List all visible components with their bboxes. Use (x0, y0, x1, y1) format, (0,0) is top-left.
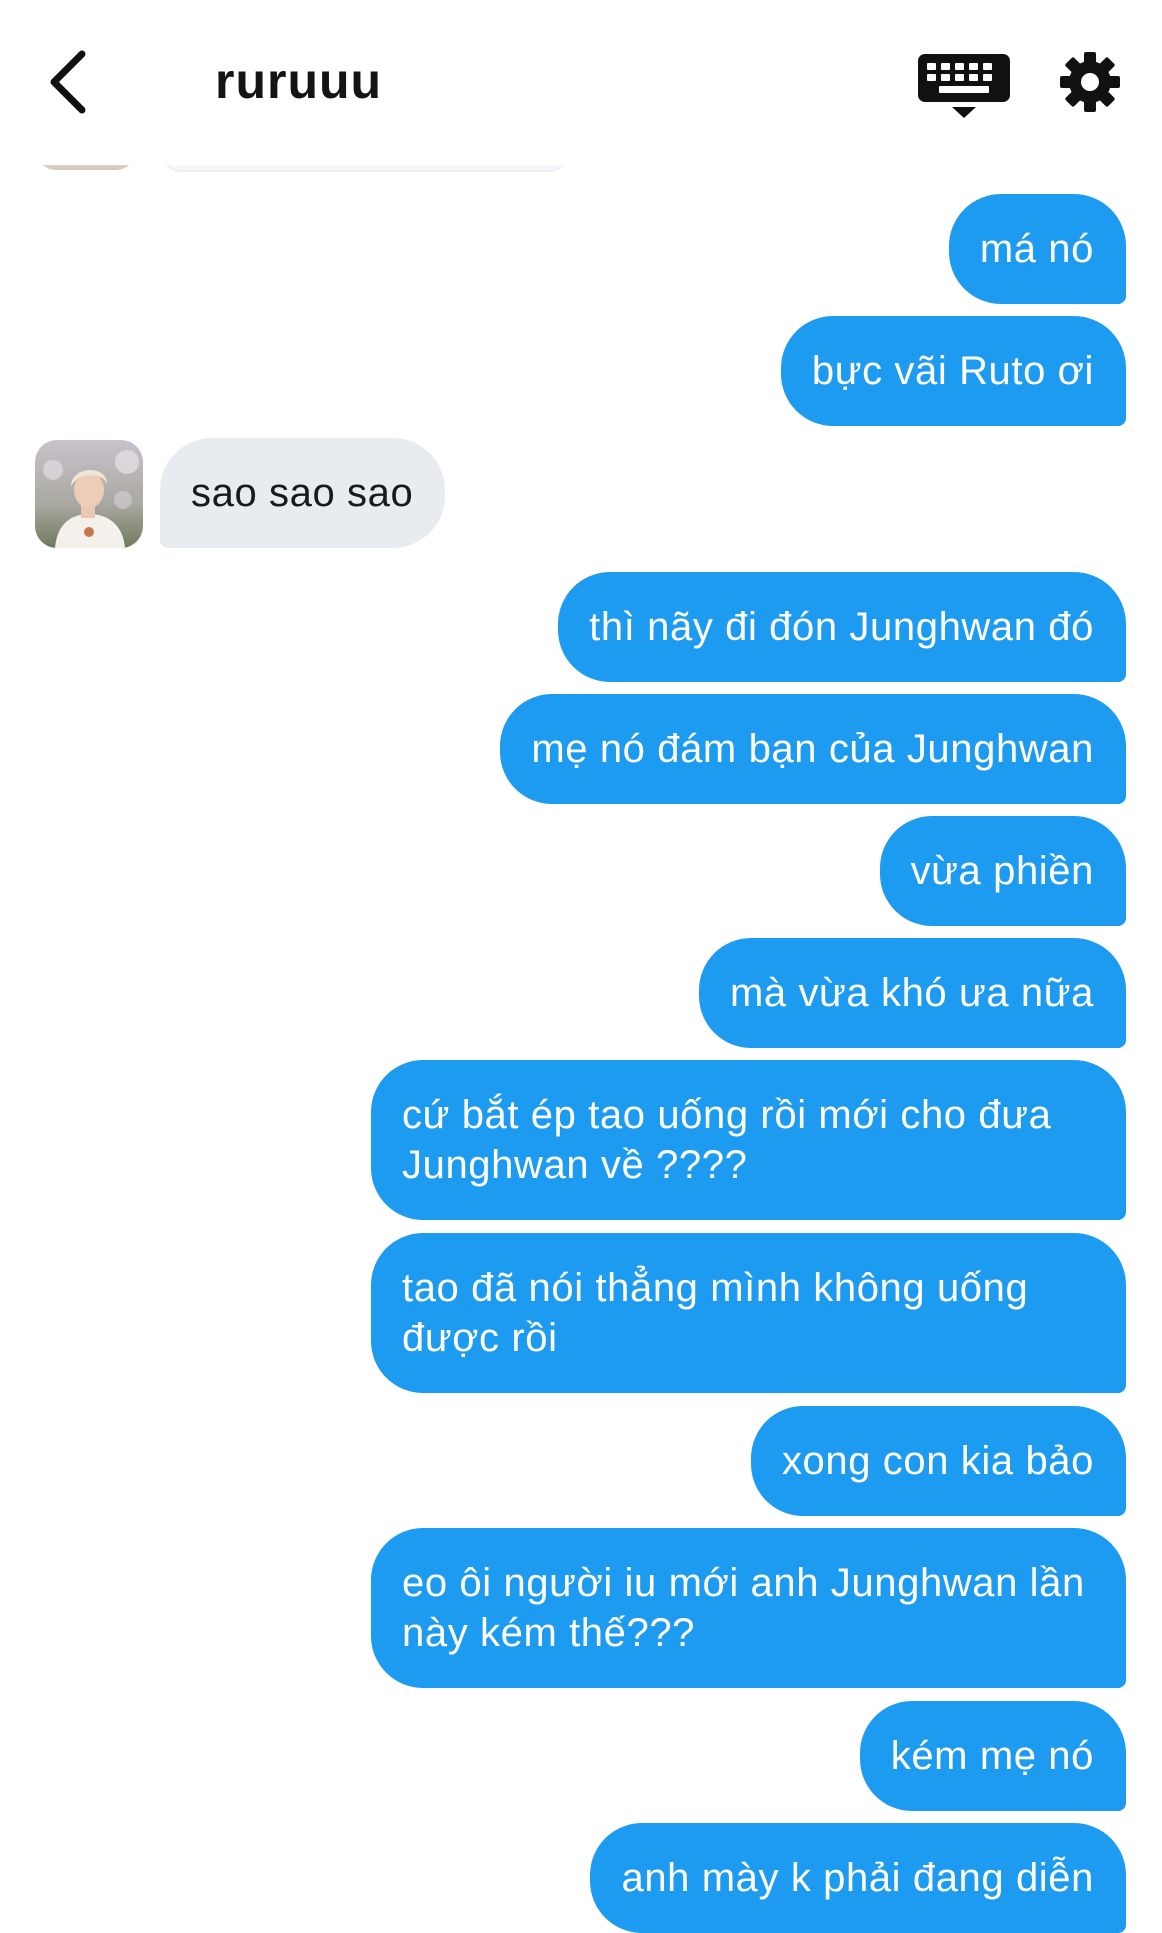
outgoing-message[interactable]: xong con kia bảo (750, 1406, 1126, 1516)
outgoing-message[interactable]: cứ bắt ép tao uống rồi mới cho đưa Jungh… (371, 1060, 1126, 1220)
outgoing-message[interactable]: vừa phiền (879, 816, 1126, 926)
outgoing-message[interactable]: eo ôi người iu mới anh Junghwan lần này … (371, 1528, 1126, 1688)
keyboard-toggle-button[interactable] (915, 52, 1013, 120)
settings-button[interactable] (1058, 50, 1122, 114)
outgoing-message[interactable]: tao đã nói thẳng mình không uống được rồ… (371, 1233, 1126, 1393)
outgoing-message[interactable]: mà vừa khó ưa nữa (698, 938, 1126, 1048)
chevron-left-icon (50, 50, 86, 114)
outgoing-message[interactable]: kém mẹ nó (859, 1701, 1126, 1811)
back-button[interactable] (38, 42, 98, 122)
outgoing-message[interactable]: anh mày k phải đang diễn (590, 1823, 1126, 1933)
conversation-title: ruruuu (215, 53, 383, 109)
outgoing-message[interactable]: thì nãy đi đón Junghwan đó (558, 572, 1126, 682)
contact-avatar[interactable] (35, 440, 143, 548)
keyboard-icon (918, 54, 1010, 118)
outgoing-message[interactable]: mẹ nó đám bạn của Junghwan (500, 694, 1126, 804)
contact-avatar-image (35, 440, 143, 548)
gear-icon (1060, 52, 1120, 112)
outgoing-message[interactable]: bực vãi Ruto ơi (780, 316, 1126, 426)
incoming-message[interactable]: sao sao sao (160, 438, 446, 548)
conversation-header: ruruuu (0, 0, 1162, 165)
outgoing-message[interactable]: má nó (948, 194, 1126, 304)
